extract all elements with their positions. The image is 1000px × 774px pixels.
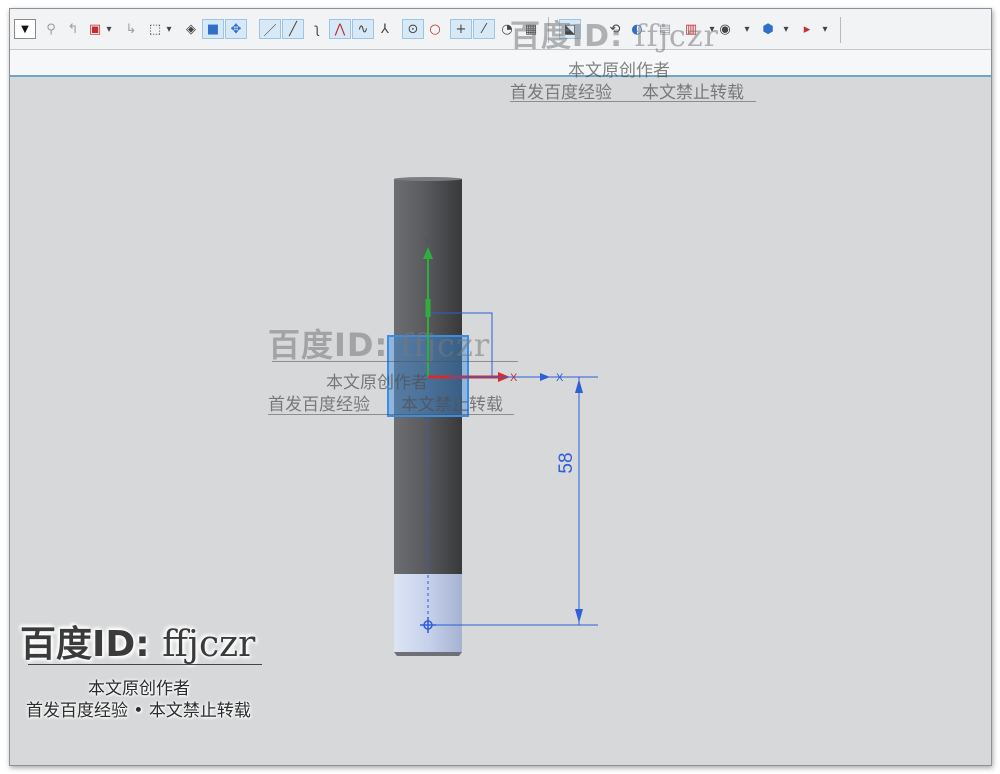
watermark-center-rule2 xyxy=(268,414,514,415)
watermark-bl-rule xyxy=(28,664,262,665)
segment-icon[interactable]: ⁄ xyxy=(473,19,495,39)
show-constraints-icon[interactable]: ▣ xyxy=(86,19,104,39)
selection-box-icon[interactable]: ⬚ xyxy=(146,19,164,39)
point-icon[interactable]: + xyxy=(450,19,472,39)
cube-icon[interactable]: ⬢ xyxy=(759,19,777,39)
spline-icon[interactable]: ∿ xyxy=(352,19,374,39)
circle-center-icon[interactable]: ⊙ xyxy=(402,19,424,39)
dimension-icon[interactable]: ⚲ xyxy=(42,19,60,39)
display-menu-icon[interactable]: ▾ xyxy=(742,19,752,39)
shaded-view-icon[interactable]: ■ xyxy=(202,19,224,39)
watermark-center-brand: 百度ID: ffjczr xyxy=(268,326,491,364)
x-axis-label-2: X xyxy=(556,372,564,384)
line-angled-icon[interactable]: ╱ xyxy=(282,19,304,39)
constraint-icon[interactable]: ↰ xyxy=(64,19,82,39)
selection-menu-icon[interactable]: ▾ xyxy=(164,19,174,39)
circle-icon[interactable]: ○ xyxy=(426,19,444,39)
show-constraints-menu-icon[interactable]: ▾ xyxy=(104,19,114,39)
watermark-top-line2-right: 本文禁止转载 xyxy=(642,83,744,103)
watermark-bl-brand: 百度ID: ffjczr xyxy=(20,624,256,665)
watermark-center-line2-right: 本文禁止转载 xyxy=(401,395,503,415)
x-axis-label: X xyxy=(510,372,518,384)
dimension-arrow-bottom-icon xyxy=(575,609,583,623)
fillet-icon[interactable]: ⅄ xyxy=(376,19,394,39)
toolbar-separator-end xyxy=(840,17,841,43)
toolbar-dropdown[interactable]: ▼ xyxy=(14,19,36,39)
render-menu-icon[interactable]: ▾ xyxy=(820,19,830,39)
view-orient-icon[interactable]: ◈ xyxy=(182,19,200,39)
watermark-top-brand: 百度ID: ffjczr xyxy=(510,19,719,54)
render-icon[interactable]: ▸ xyxy=(798,19,816,39)
y-axis-label: Y xyxy=(423,236,431,248)
watermark-center-line2-left: 首发百度经验 xyxy=(268,395,370,415)
polyline-icon[interactable]: ⋀ xyxy=(329,19,351,39)
shaft-bottom-chamfer xyxy=(394,652,462,656)
watermark-top-rule xyxy=(510,101,756,102)
watermark-top-line2-left: 首发百度经验 xyxy=(510,83,612,103)
watermark-center-rule xyxy=(272,361,518,362)
cube-menu-icon[interactable]: ▾ xyxy=(781,19,791,39)
dimension-arrow-top-icon xyxy=(575,379,583,393)
command-strip xyxy=(10,50,991,77)
watermark-bl-line2: 首发百度经验 • 本文禁止转载 xyxy=(26,701,251,721)
trim-icon[interactable]: ↳ xyxy=(122,19,140,39)
sketch-toolbar: ▼ ⚲ ↰ ▣ ▾ ↳ ⬚ ▾ ◈ ■ ✥ ／ ╱ ʅ ⋀ ∿ ⅄ ⊙ ○ + … xyxy=(10,9,991,50)
shaft-top-edge xyxy=(394,177,462,181)
arc-icon[interactable]: ʅ xyxy=(308,19,326,39)
line-icon[interactable]: ／ xyxy=(259,19,281,39)
snap-points-icon[interactable]: ✥ xyxy=(225,19,247,39)
dimension-value[interactable]: 58 xyxy=(556,452,577,473)
